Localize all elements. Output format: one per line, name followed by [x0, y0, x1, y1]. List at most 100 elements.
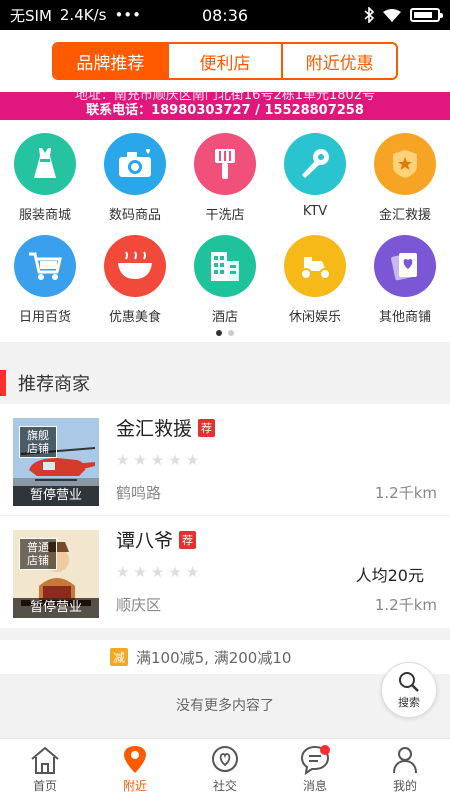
category-label: 酒店 — [211, 310, 238, 325]
shop-thumbnail: 普通店铺 暂停营业 — [13, 530, 99, 618]
tab-social[interactable]: 社交 — [180, 739, 270, 800]
category-label: 干洗店 — [205, 208, 245, 223]
discount-badge: 减 — [110, 648, 128, 666]
section-header: 推荐商家 — [0, 362, 450, 404]
battery-icon — [410, 8, 443, 22]
category-grid-section: 服装商城 数码商品 干洗店 KTV 金汇救援 日用百货 优惠美食 酒店 休闲娱乐… — [0, 120, 450, 342]
search-button[interactable]: 搜索 — [381, 662, 437, 718]
shop-location: 顺庆区 — [116, 596, 162, 614]
shop-location: 鹤鸣路 — [116, 484, 162, 502]
shop-name: 金汇救援 — [116, 418, 193, 440]
status-dots: ••• — [114, 6, 141, 24]
tab-brand-recommend[interactable]: 品牌推荐 — [54, 44, 167, 78]
page-indicator — [0, 330, 450, 336]
star-icon: ★ — [116, 563, 130, 581]
camera-icon — [104, 133, 166, 195]
bluetooth-icon — [364, 7, 374, 23]
category-item-other-shops[interactable]: 其他商铺 — [360, 230, 450, 332]
tab-label: 我的 — [392, 779, 417, 793]
carrier-label: 无SIM — [10, 6, 52, 25]
bottom-tab-bar: 首页 附近 社交 消息 我的 — [0, 738, 450, 800]
tab-label: 社交 — [212, 779, 237, 793]
tab-nearby[interactable]: 附近 — [90, 739, 180, 800]
category-item-dry-cleaning[interactable]: 干洗店 — [180, 128, 270, 230]
category-item-leisure[interactable]: 休闲娱乐 — [270, 230, 360, 332]
star-icon: ★ — [150, 563, 165, 581]
card-icon — [374, 235, 436, 297]
tab-label: 首页 — [32, 779, 57, 793]
tab-messages[interactable]: 消息 — [270, 739, 360, 800]
shop-thumbnail: 旗舰店铺 暂停营业 — [13, 418, 99, 506]
wifi-icon — [383, 8, 401, 22]
shop-tag: 旗舰店铺 — [19, 426, 57, 458]
category-item-jinhui-rescue[interactable]: 金汇救援 — [360, 128, 450, 230]
info-banner[interactable]: 地址：南充市顺庆区南门北街16号2栋1单元1802号 联系电话：18980303… — [0, 92, 450, 120]
star-icon: ★ — [168, 563, 182, 581]
rating-stars: ★ ★ ★ ★ ★ — [116, 451, 199, 469]
shop-name-row: 金汇救援 荐 — [116, 414, 216, 441]
bowl-icon — [104, 235, 166, 297]
shop-list: 旗舰店铺 暂停营业 金汇救援 荐 ★ ★ ★ ★ ★ 鹤鸣路 1.2千km 普通店铺 暂… — [0, 404, 450, 628]
network-speed: 2.4K/s — [59, 6, 107, 24]
star-icon: ★ — [185, 563, 200, 581]
star-icon: ★ — [133, 563, 147, 581]
recommend-badge: 荐 — [179, 530, 197, 549]
page-dot — [228, 330, 234, 336]
segmented-control: 品牌推荐 便利店 附近优惠 — [52, 42, 398, 80]
dress-icon — [14, 133, 76, 195]
tab-convenience-store[interactable]: 便利店 — [166, 44, 282, 78]
section-accent-bar — [0, 370, 6, 396]
star-icon: ★ — [185, 451, 200, 469]
category-label: KTV — [302, 204, 328, 219]
brush-icon — [194, 133, 256, 195]
category-item-daily-goods[interactable]: 日用百货 — [0, 230, 90, 332]
star-icon: ★ — [150, 451, 165, 469]
recommend-badge: 荐 — [198, 418, 216, 437]
tab-label: 附近 — [122, 779, 147, 793]
rating-stars: ★ ★ ★ ★ ★ — [116, 563, 199, 581]
home-icon — [31, 746, 59, 774]
heart-chat-icon — [212, 746, 238, 772]
category-label: 服装商城 — [18, 208, 71, 223]
category-grid: 服装商城 数码商品 干洗店 KTV 金汇救援 日用百货 优惠美食 酒店 休闲娱乐… — [0, 120, 450, 332]
notification-badge — [320, 745, 330, 755]
shop-name: 谭八爷 — [116, 530, 174, 552]
status-bar: 无SIM 2.4K/s ••• 08:36 — [0, 0, 450, 30]
category-item-clothing[interactable]: 服装商城 — [0, 128, 90, 230]
category-item-ktv[interactable]: KTV — [270, 128, 360, 230]
page-dot-active — [216, 330, 222, 336]
banner-phone: 联系电话：18980303727 / 15528807258 — [86, 103, 364, 118]
user-icon — [393, 747, 417, 774]
search-icon — [399, 671, 419, 692]
cart-icon — [14, 235, 76, 297]
badge-icon — [374, 133, 436, 195]
star-icon: ★ — [116, 451, 130, 469]
section-title: 推荐商家 — [18, 374, 90, 395]
shop-status-badge: 暂停营业 — [13, 598, 99, 618]
category-item-digital[interactable]: 数码商品 — [90, 128, 180, 230]
tab-nearby-deals[interactable]: 附近优惠 — [281, 44, 396, 78]
category-item-food-deals[interactable]: 优惠美食 — [90, 230, 180, 332]
tab-profile[interactable]: 我的 — [360, 739, 450, 800]
category-label: 金汇救援 — [378, 208, 431, 223]
microphone-icon — [284, 133, 346, 195]
shop-distance: 1.2千km — [374, 596, 437, 614]
star-icon: ★ — [168, 451, 182, 469]
promo-row: 减 满100减5, 满200减10 — [0, 640, 450, 674]
shop-item-jinhui[interactable]: 旗舰店铺 暂停营业 金汇救援 荐 ★ ★ ★ ★ ★ 鹤鸣路 1.2千km — [0, 404, 450, 516]
promo-text: 满100减5, 满200减10 — [136, 648, 292, 667]
tab-label: 消息 — [302, 779, 327, 793]
search-label: 搜索 — [398, 695, 420, 709]
shop-distance: 1.2千km — [374, 484, 437, 502]
shop-status-badge: 暂停营业 — [13, 486, 99, 506]
location-icon — [124, 746, 146, 773]
average-price: 人均20元 — [355, 566, 424, 585]
tab-home[interactable]: 首页 — [0, 739, 90, 800]
category-item-hotel[interactable]: 酒店 — [180, 230, 270, 332]
top-tab-bar: 品牌推荐 便利店 附近优惠 — [0, 30, 450, 92]
category-label: 日用百货 — [18, 310, 71, 325]
category-label: 休闲娱乐 — [288, 310, 341, 325]
building-icon — [194, 235, 256, 297]
category-label: 其他商铺 — [378, 310, 431, 325]
shop-item-tanbaye[interactable]: 普通店铺 暂停营业 谭八爷 荐 ★ ★ ★ ★ ★ 人均20元 顺庆区 1.2千km — [0, 516, 450, 628]
